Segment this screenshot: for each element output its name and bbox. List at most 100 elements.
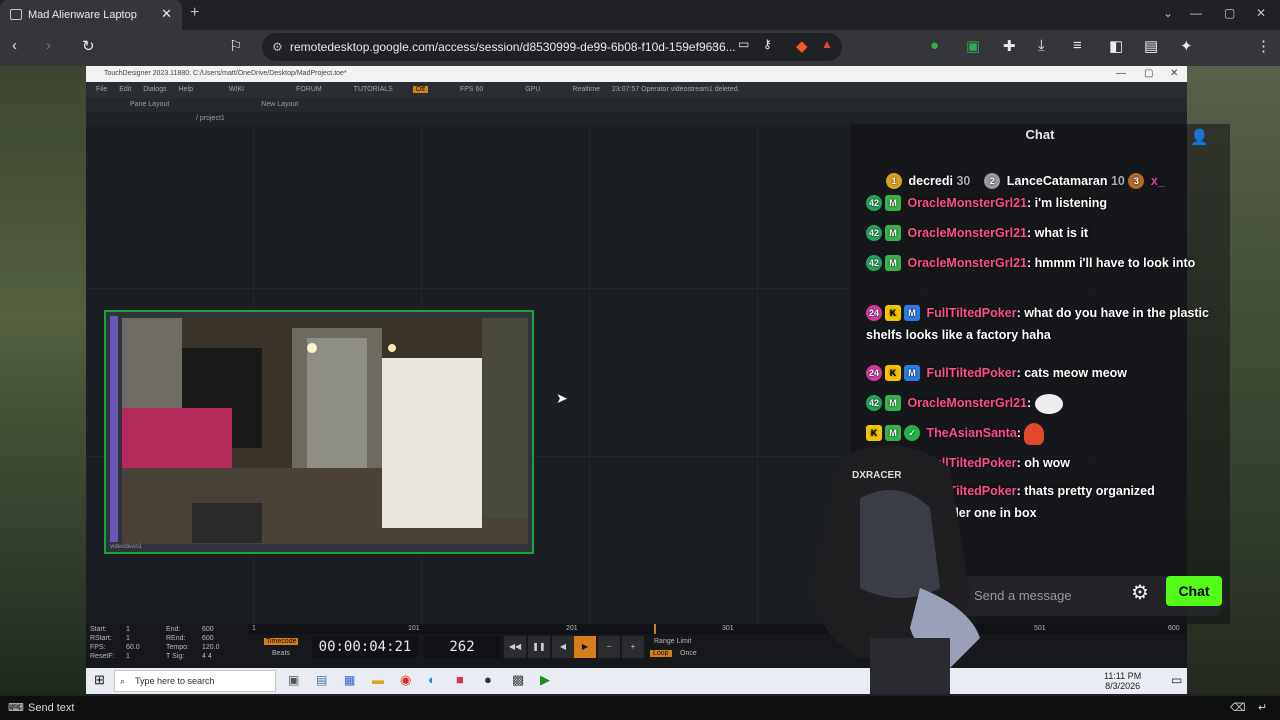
chat-username[interactable]: OracleMonsterGrl21 [907, 196, 1027, 210]
address-bar[interactable]: ⚙ remotedesktop.google.com/access/sessio… [262, 33, 842, 61]
step-forward-button[interactable]: + [622, 636, 644, 658]
reload-icon[interactable]: ↻ [82, 37, 95, 55]
chat-settings-gear-icon[interactable]: ⚙ [1131, 580, 1149, 605]
leaderboard-user[interactable]: x_ [1151, 174, 1165, 188]
td-realtime-toggle[interactable]: Realtime [572, 86, 600, 93]
new-tab-button[interactable]: + [190, 4, 199, 22]
td-perform-off-toggle[interactable]: Off [412, 86, 428, 93]
sidebar-icon[interactable]: ◧ [1109, 37, 1123, 55]
extensions-icon[interactable]: ✚ [1003, 37, 1016, 55]
td-menu-dialogs[interactable]: Dialogs [143, 86, 166, 93]
extension-green-icon[interactable]: ● [930, 37, 939, 54]
taskbar-search-input[interactable]: ⌕ Type here to search [114, 670, 276, 692]
brave-rewards-icon[interactable]: ▲ [821, 37, 833, 51]
menu-kebab-icon[interactable]: ⋮ [1256, 37, 1271, 55]
step-back-button[interactable]: − [598, 636, 620, 658]
play-reverse-button[interactable]: ◀ [552, 636, 574, 658]
beats-toggle[interactable]: Beats [272, 650, 290, 657]
edge-icon[interactable]: ◐ [428, 672, 436, 687]
end-value[interactable]: 600 [202, 626, 214, 633]
maximize-icon[interactable]: ▢ [1224, 6, 1235, 20]
resetf-label: ResetF: [90, 653, 115, 660]
frame-display[interactable]: 262 [424, 636, 500, 658]
td-close-icon[interactable]: ✕ [1170, 66, 1178, 82]
td-forum-button[interactable]: FORUM [296, 86, 322, 93]
pause-button[interactable]: ❚❚ [528, 636, 550, 658]
td-menu-edit[interactable]: Edit [119, 86, 131, 93]
cast-icon[interactable]: ▭ [738, 37, 749, 51]
chat-username[interactable]: OracleMonsterGrl21 [907, 226, 1027, 240]
touchdesigner-taskbar-icon[interactable]: ▩ [512, 672, 524, 688]
back-icon[interactable]: ‹ [12, 37, 17, 54]
chat-username[interactable]: OracleMonsterGrl21 [907, 256, 1027, 270]
td-network-path[interactable]: / project1 [196, 115, 225, 122]
keyboard-icon[interactable]: ⌨ [8, 696, 24, 720]
chat-username[interactable]: FullTiltedPoker [926, 366, 1016, 380]
fps-value[interactable]: 60.0 [126, 644, 140, 651]
resetf-value[interactable]: 1 [126, 653, 130, 660]
chrome-icon[interactable]: ◉ [400, 672, 411, 688]
task-view-icon[interactable]: ▣ [288, 673, 299, 687]
tab-search-icon[interactable]: ⌄ [1163, 6, 1173, 20]
forward-icon[interactable]: › [46, 37, 51, 54]
password-key-icon[interactable]: ⚷ [763, 37, 772, 51]
loop-toggle[interactable]: Loop [650, 650, 672, 657]
tsig-value[interactable]: 4 4 [202, 653, 212, 660]
timecode-display[interactable]: 00:00:04:21 [312, 636, 418, 658]
chat-text: : i'm listening [1026, 196, 1108, 210]
td-menu-help[interactable]: Help [179, 86, 193, 93]
send-text-button[interactable]: Send text [28, 702, 74, 714]
browser-tab[interactable]: Mad Alienware Laptop ✕ [0, 0, 182, 30]
minimize-icon[interactable]: — [1190, 6, 1202, 20]
backspace-icon[interactable]: ⌫ [1230, 696, 1246, 720]
video-device-in-node[interactable]: videodevin1 [104, 310, 534, 554]
chat-send-button[interactable]: Chat [1166, 576, 1222, 606]
leaderboard-user[interactable]: LanceCatamaran [1007, 174, 1108, 188]
once-toggle[interactable]: Once [680, 650, 697, 657]
close-window-icon[interactable]: ✕ [1256, 6, 1266, 20]
td-new-layout-button[interactable]: New Layout [261, 101, 298, 108]
bookmark-icon[interactable]: ⚐ [229, 37, 242, 55]
download-icon[interactable]: ⤓ [1038, 37, 1045, 54]
taskbar-clock[interactable]: 11:11 PM 8/3/2026 [1104, 671, 1141, 691]
site-settings-icon[interactable]: ⚙ [272, 33, 283, 61]
td-menu-file[interactable]: File [96, 86, 107, 93]
td-wiki-button[interactable]: WIKI [229, 86, 244, 93]
chat-username[interactable]: OracleMonsterGrl21 [907, 396, 1027, 410]
start-value[interactable]: 1 [126, 626, 130, 633]
tab-close-icon[interactable]: ✕ [161, 6, 172, 22]
play-forward-button[interactable]: ▶ [574, 636, 596, 658]
app-dark-icon[interactable]: ● [484, 672, 492, 687]
tempo-value[interactable]: 120.0 [202, 644, 220, 651]
app-red-icon[interactable]: ■ [456, 672, 464, 687]
remote-desktop-view[interactable]: TouchDesigner 2023.11880: C:/Users/matt/… [0, 66, 1280, 694]
chat-users-icon[interactable]: 👤 [1190, 128, 1209, 146]
extension-puzzle-green-icon[interactable]: ▣ [966, 37, 980, 55]
file-explorer-icon[interactable]: ▬ [372, 673, 384, 687]
brave-shield-icon[interactable]: ◆ [796, 37, 808, 55]
td-minimize-icon[interactable]: — [1116, 66, 1126, 82]
zoom-icon[interactable]: ⌕ [712, 37, 719, 52]
enter-icon[interactable]: ↵ [1258, 696, 1267, 720]
leo-ai-icon[interactable]: ✦ [1180, 37, 1193, 55]
terminal-icon[interactable]: ▶ [540, 672, 550, 688]
chat-header: Chat [1025, 127, 1055, 142]
ruler-tick: 101 [408, 625, 420, 632]
playhead[interactable] [654, 624, 656, 634]
leaderboard-user[interactable]: decredi [908, 174, 952, 188]
timeline-ruler[interactable]: 1 101 201 301 401 501 600 [248, 624, 1187, 634]
fps-label: FPS: [90, 644, 106, 651]
td-tutorials-button[interactable]: TUTORIALS [354, 86, 393, 93]
store-icon[interactable]: ▦ [344, 673, 355, 687]
rewind-button[interactable]: ◀◀ [504, 636, 526, 658]
playlist-icon[interactable]: ≡ [1073, 37, 1082, 54]
chat-username[interactable]: FullTiltedPoker [926, 306, 1016, 320]
rend-value[interactable]: 600 [202, 635, 214, 642]
wallet-icon[interactable]: ▤ [1144, 37, 1158, 55]
td-maximize-icon[interactable]: ▢ [1144, 66, 1153, 82]
windows-start-icon[interactable]: ⊞ [94, 672, 105, 688]
taskbar-app-icon[interactable]: ▤ [316, 673, 327, 687]
notifications-icon[interactable]: ▭ [1171, 673, 1182, 687]
timecode-toggle[interactable]: Timecode [264, 638, 299, 645]
rstart-value[interactable]: 1 [126, 635, 130, 642]
